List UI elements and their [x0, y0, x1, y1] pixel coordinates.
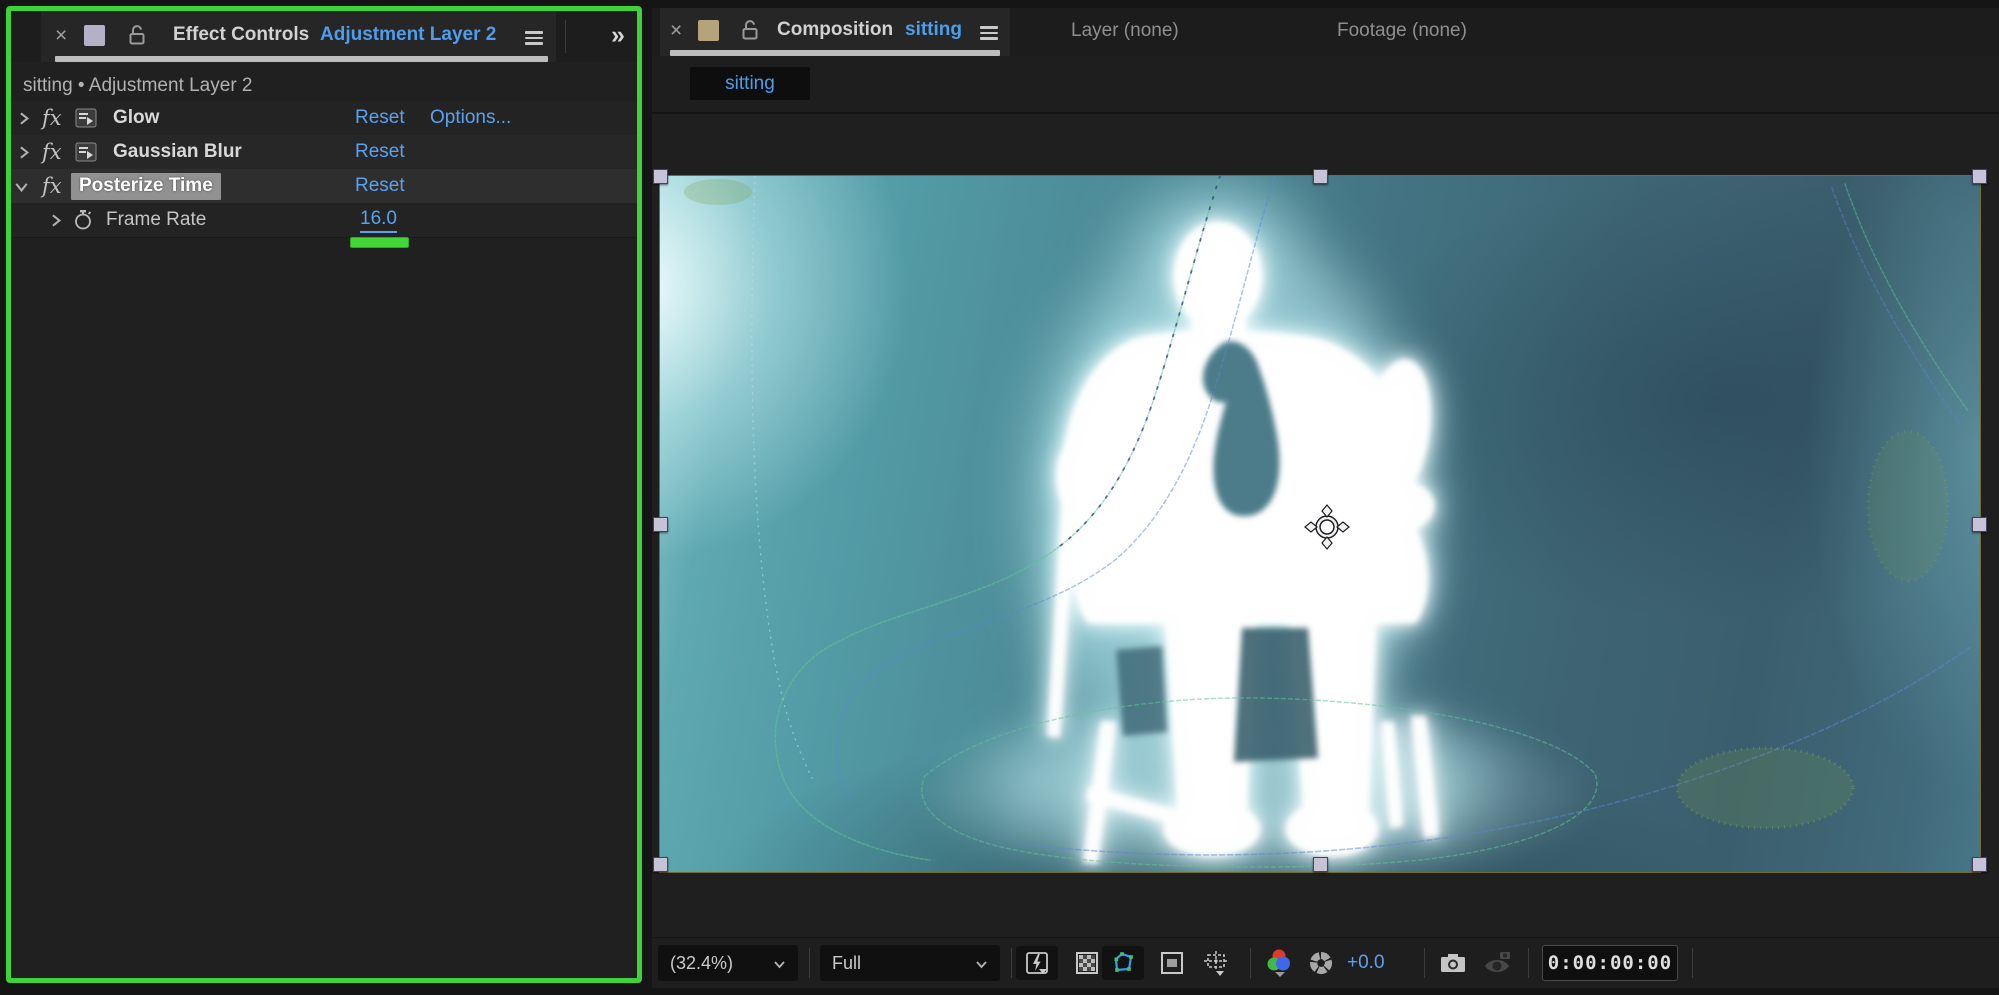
- fast-previews-icon[interactable]: [1016, 946, 1058, 980]
- collapse-panel-button[interactable]: »: [611, 23, 625, 48]
- close-panel-button[interactable]: ×: [670, 20, 682, 41]
- effect-row-posterize-time[interactable]: fx Posterize Time Reset: [11, 169, 637, 204]
- effect-controls-header: sitting • Adjustment Layer 2: [23, 75, 253, 96]
- fx-toggle-icon[interactable]: fx: [42, 169, 62, 203]
- panel-title: Composition: [777, 19, 894, 40]
- timecode-value: 0:00:00:00: [1547, 952, 1673, 974]
- param-name: Frame Rate: [106, 209, 207, 230]
- composition-panel: × Composition sitting Layer (none) Foota…: [652, 8, 1999, 988]
- effect-row-gaussian-blur[interactable]: fx Gaussian Blur Reset: [11, 135, 637, 170]
- viewer-tabbar: × Composition sitting Layer (none) Foota…: [652, 8, 1999, 56]
- param-row-frame-rate[interactable]: Frame Rate 16.0: [11, 203, 637, 238]
- expander-icon[interactable]: [49, 203, 62, 237]
- expander-icon[interactable]: [17, 101, 30, 135]
- panel-layer-name: Adjustment Layer 2: [320, 24, 497, 45]
- fx-toggle-icon[interactable]: fx: [42, 135, 62, 169]
- tab-layer[interactable]: Layer (none): [1071, 20, 1179, 42]
- grid-and-guides-icon[interactable]: [1196, 946, 1238, 980]
- toolbar-separator: [1692, 948, 1693, 978]
- reset-exposure-icon[interactable]: [1300, 946, 1342, 980]
- panel-menu-icon[interactable]: [980, 23, 998, 43]
- toolbar-separator: [1528, 948, 1529, 978]
- effect-name[interactable]: Gaussian Blur: [113, 135, 242, 169]
- transform-handle-mid-left[interactable]: [653, 517, 668, 532]
- transform-handle-top-center[interactable]: [1313, 169, 1328, 184]
- active-tab-underline: [55, 56, 548, 62]
- exposure-value[interactable]: +0.0: [1347, 946, 1385, 980]
- panel-group-chip: [84, 25, 105, 46]
- take-snapshot-icon[interactable]: [1432, 946, 1474, 980]
- transform-handle-mid-right[interactable]: [1972, 517, 1987, 532]
- stopwatch-icon[interactable]: [73, 203, 93, 237]
- tab-separator: [565, 20, 566, 53]
- current-time-field[interactable]: 0:00:00:00: [1542, 945, 1678, 981]
- tab-footage[interactable]: Footage (none): [1337, 20, 1467, 42]
- expander-icon[interactable]: [17, 135, 30, 169]
- active-tab-underline: [670, 50, 1000, 56]
- toolbar-separator: [1011, 948, 1012, 978]
- show-channel-icon[interactable]: [1258, 946, 1300, 980]
- panel-comp-name: sitting: [905, 19, 962, 40]
- resolution-dropdown[interactable]: Full: [820, 945, 1000, 981]
- transform-handle-bottom-left[interactable]: [653, 857, 668, 872]
- effect-row-glow[interactable]: fx Glow Reset Options...: [11, 101, 637, 136]
- transform-handle-top-right[interactable]: [1972, 169, 1987, 184]
- effect-controls-panel annotation-border: × Effect Controls Adjustment Layer 2 » s…: [6, 6, 642, 983]
- transform-handle-top-left[interactable]: [653, 169, 668, 184]
- effect-badge-icon: [75, 101, 97, 135]
- panel-title: Effect Controls: [173, 24, 310, 45]
- viewer-subtab-label: sitting: [725, 72, 775, 94]
- panel-menu-icon[interactable]: [525, 28, 543, 48]
- viewer-subtab-sitting[interactable]: sitting: [690, 67, 810, 100]
- mask-path-visibility-icon[interactable]: [1102, 946, 1144, 980]
- panel-group-chip: [698, 20, 719, 41]
- magnification-value: (32.4%): [670, 952, 734, 973]
- close-panel-button[interactable]: ×: [55, 25, 67, 46]
- param-value[interactable]: 16.0: [360, 203, 397, 237]
- transform-handle-bottom-center[interactable]: [1313, 857, 1328, 872]
- show-snapshot-icon[interactable]: [1477, 946, 1519, 980]
- effect-name-selected[interactable]: Posterize Time: [71, 169, 221, 203]
- region-of-interest-icon[interactable]: [1151, 946, 1193, 980]
- toolbar-separator: [1250, 948, 1251, 978]
- effect-badge-icon: [75, 135, 97, 169]
- expander-icon[interactable]: [15, 169, 28, 203]
- viewer-toolbar: (32.4%) Full +0.0 0:00:00:00: [652, 937, 1999, 988]
- lock-icon: [741, 19, 759, 46]
- effect-controls-tabbar: × Effect Controls Adjustment Layer 2 »: [11, 11, 637, 62]
- after-effects-window: × Effect Controls Adjustment Layer 2 » s…: [0, 0, 1999, 995]
- toolbar-separator: [1424, 948, 1425, 978]
- annotation-green-underline: [350, 237, 409, 248]
- reset-link[interactable]: Reset: [355, 101, 405, 135]
- reset-link[interactable]: Reset: [355, 135, 405, 169]
- effect-name[interactable]: Glow: [113, 101, 159, 135]
- toolbar-separator: [809, 948, 810, 978]
- resolution-value: Full: [832, 952, 862, 973]
- composition-canvas[interactable]: [653, 169, 1987, 878]
- magnification-dropdown[interactable]: (32.4%): [658, 945, 798, 981]
- options-link[interactable]: Options...: [430, 101, 511, 135]
- chevron-down-icon: [975, 953, 988, 974]
- chevron-down-icon: [773, 953, 786, 974]
- composition-render: [684, 175, 1973, 878]
- fx-toggle-icon[interactable]: fx: [42, 101, 62, 135]
- transform-handle-bottom-right[interactable]: [1972, 857, 1987, 872]
- lock-icon: [128, 24, 146, 51]
- reset-link[interactable]: Reset: [355, 169, 405, 203]
